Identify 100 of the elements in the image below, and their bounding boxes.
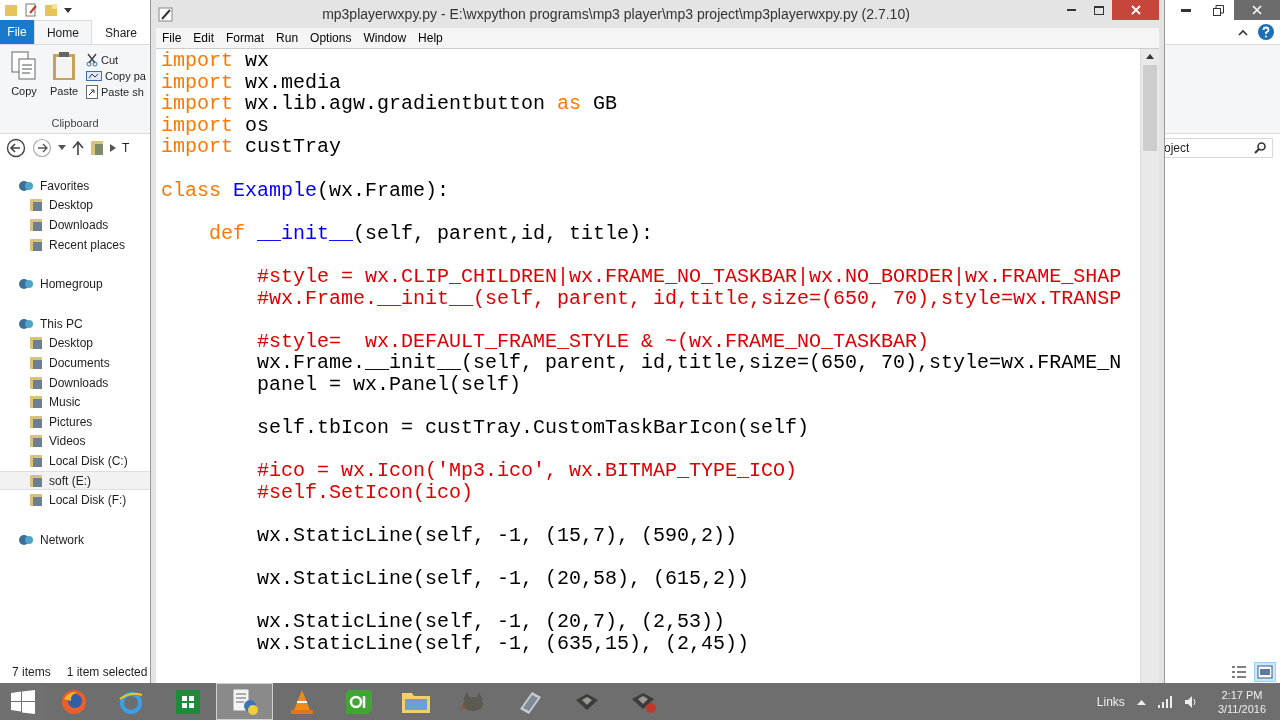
ribbon-tab[interactable]: Share	[91, 20, 150, 44]
group-label: Clipboard	[50, 117, 100, 131]
code-token: panel = wx.Panel(self)	[257, 373, 522, 396]
nav-tree-item[interactable]: Downloads	[0, 215, 150, 235]
menu-item[interactable]: Format	[220, 31, 271, 45]
ribbon-tab[interactable]: Home	[33, 20, 92, 44]
menu-item[interactable]: File	[156, 31, 188, 45]
close-button[interactable]	[1112, 0, 1159, 20]
toolbar-label[interactable]: Links	[1096, 694, 1125, 709]
code-token: wx	[244, 50, 270, 72]
code-token: #style= wx.DEFAULT_FRAME_STYLE & ~(wx.FRAME_NO_TASKBAR)	[257, 330, 930, 353]
code-token: #wx.Frame.__init__(self, parent, id,title,size=(650, 70),style=wx.TRANSP	[257, 287, 1122, 310]
close-icon	[1130, 5, 1141, 15]
speaker-icon[interactable]	[1183, 694, 1198, 709]
code-token: (self, parent,id, title):	[353, 222, 654, 245]
large-icons-view-button[interactable]	[1254, 662, 1276, 682]
globe-icon	[60, 688, 87, 715]
nav-tree-item[interactable]: Homegroup	[0, 274, 150, 294]
dropdown-icon[interactable]	[64, 6, 72, 14]
nav-tree-item[interactable]: Desktop	[0, 195, 150, 216]
window-title: mp3playerwxpy.py - E:\wxpython programs\mp3 player\mp3 project\mp3playerwxpy.py (2.7.10)	[321, 6, 911, 22]
document-icon	[230, 687, 259, 716]
search-icon	[1254, 142, 1266, 154]
scroll-thumb[interactable]	[1143, 65, 1157, 151]
code-token: import	[161, 50, 233, 72]
copy-icon	[11, 51, 37, 81]
menu-item[interactable]: Window	[357, 31, 413, 45]
breadcrumb[interactable]: T	[122, 141, 130, 155]
code-token: import	[161, 114, 233, 137]
scissors-icon	[86, 53, 98, 67]
clock-time[interactable]: 2:17 PM	[1221, 687, 1263, 702]
code-token: wx.StaticLine(self, -1, (15,7), (590,2))	[257, 525, 738, 547]
menu-item[interactable]: Edit	[187, 31, 221, 45]
item-count: 7 items	[12, 665, 51, 679]
nav-tree-item[interactable]: Downloads	[0, 372, 150, 393]
code-token: wx.StaticLine(self, -1, (635,15), (2,45))	[257, 633, 750, 655]
taskbar-button[interactable]	[216, 683, 273, 720]
nav-tree-item[interactable]: Local Disk (C:)	[0, 451, 150, 471]
properties-icon[interactable]	[24, 3, 38, 17]
help-icon[interactable]	[1258, 24, 1274, 40]
back-icon[interactable]	[6, 138, 26, 158]
nav-tree-item[interactable]: Favorites	[0, 176, 150, 196]
code-token: wx.StaticLine(self, -1, (20,58), (615,2))	[257, 568, 750, 590]
nav-tree-item[interactable]: Network	[0, 529, 150, 550]
copy-button[interactable]: Copy	[6, 51, 42, 117]
chevron-icon	[110, 144, 116, 152]
clock-date[interactable]: 3/11/2016	[1217, 701, 1266, 716]
code-token: (wx.Frame):	[317, 179, 450, 202]
nav-tree-item[interactable]: Pictures	[0, 411, 150, 432]
signal-icon[interactable]	[1157, 695, 1172, 708]
nav-tree-item[interactable]: Desktop	[0, 333, 150, 354]
clipboard-icon	[51, 51, 77, 81]
maximize-icon	[1093, 5, 1104, 15]
code-token: Example	[233, 179, 318, 202]
menu-item[interactable]: Help	[412, 31, 449, 45]
caret-icon[interactable]	[1136, 698, 1146, 705]
code-token: __init__	[257, 222, 354, 245]
code-token: wx.lib.agw.gradientbutton	[244, 93, 547, 115]
shortcut-icon	[86, 85, 98, 99]
up-arrow-icon[interactable]	[72, 141, 84, 155]
nav-tree-item[interactable]: Recent places	[0, 234, 150, 255]
close-icon	[1252, 5, 1262, 15]
code-token: wx.StaticLine(self, -1, (20,7), (2,53))	[257, 611, 726, 634]
node-icon	[18, 277, 34, 292]
node-icon	[18, 178, 34, 193]
nav-tree-item[interactable]: Documents	[0, 353, 150, 373]
file-menu-button[interactable]: File	[0, 20, 34, 44]
code-token: as	[557, 93, 582, 115]
nav-tree-item[interactable]: Local Disk (F:)	[0, 490, 150, 510]
windows-icon	[10, 689, 35, 714]
dropdown-icon[interactable]	[58, 145, 66, 151]
menu-item[interactable]: Options	[304, 31, 358, 45]
nav-tree-item[interactable]: soft (E:)	[0, 470, 150, 491]
scrollbar[interactable]	[1140, 49, 1159, 683]
collapse-ribbon-icon[interactable]	[1238, 28, 1248, 36]
nav-tree-item[interactable]: Videos	[0, 431, 150, 452]
menu-item[interactable]: Run	[270, 31, 305, 45]
code-token: import	[161, 93, 233, 115]
forward-icon[interactable]	[32, 138, 52, 158]
paste-button[interactable]: Paste	[46, 51, 82, 117]
code-token: import	[161, 71, 233, 94]
code-token: class	[161, 179, 222, 202]
window-icon	[174, 688, 201, 715]
code-token: wx.media	[244, 71, 342, 94]
code-token: GB	[592, 93, 618, 115]
code-token: def	[209, 222, 246, 245]
tile-icon	[344, 688, 373, 715]
code-token: os	[244, 114, 270, 137]
node-icon	[18, 316, 34, 331]
code-token: #ico = wx.Icon('Mp3.ico', wx.BITMAP_TYPE_ICO)	[257, 460, 798, 482]
nav-tree-item[interactable]: This PC	[0, 313, 150, 334]
ribbon-button[interactable]: Copy pa	[86, 70, 146, 82]
nav-tree-item[interactable]: Music	[0, 392, 150, 412]
ribbon-button[interactable]: Cut	[86, 53, 146, 67]
code-token: custTray	[244, 136, 342, 158]
restore-icon	[1212, 4, 1224, 16]
code-token: wx.Frame.__init__(self, parent, id,title,size=(650, 70),style=wx.FRAME_N	[257, 352, 1122, 374]
ribbon-button[interactable]: Paste sh	[86, 85, 146, 99]
list-icon	[1231, 665, 1247, 679]
node-icon	[18, 532, 34, 547]
